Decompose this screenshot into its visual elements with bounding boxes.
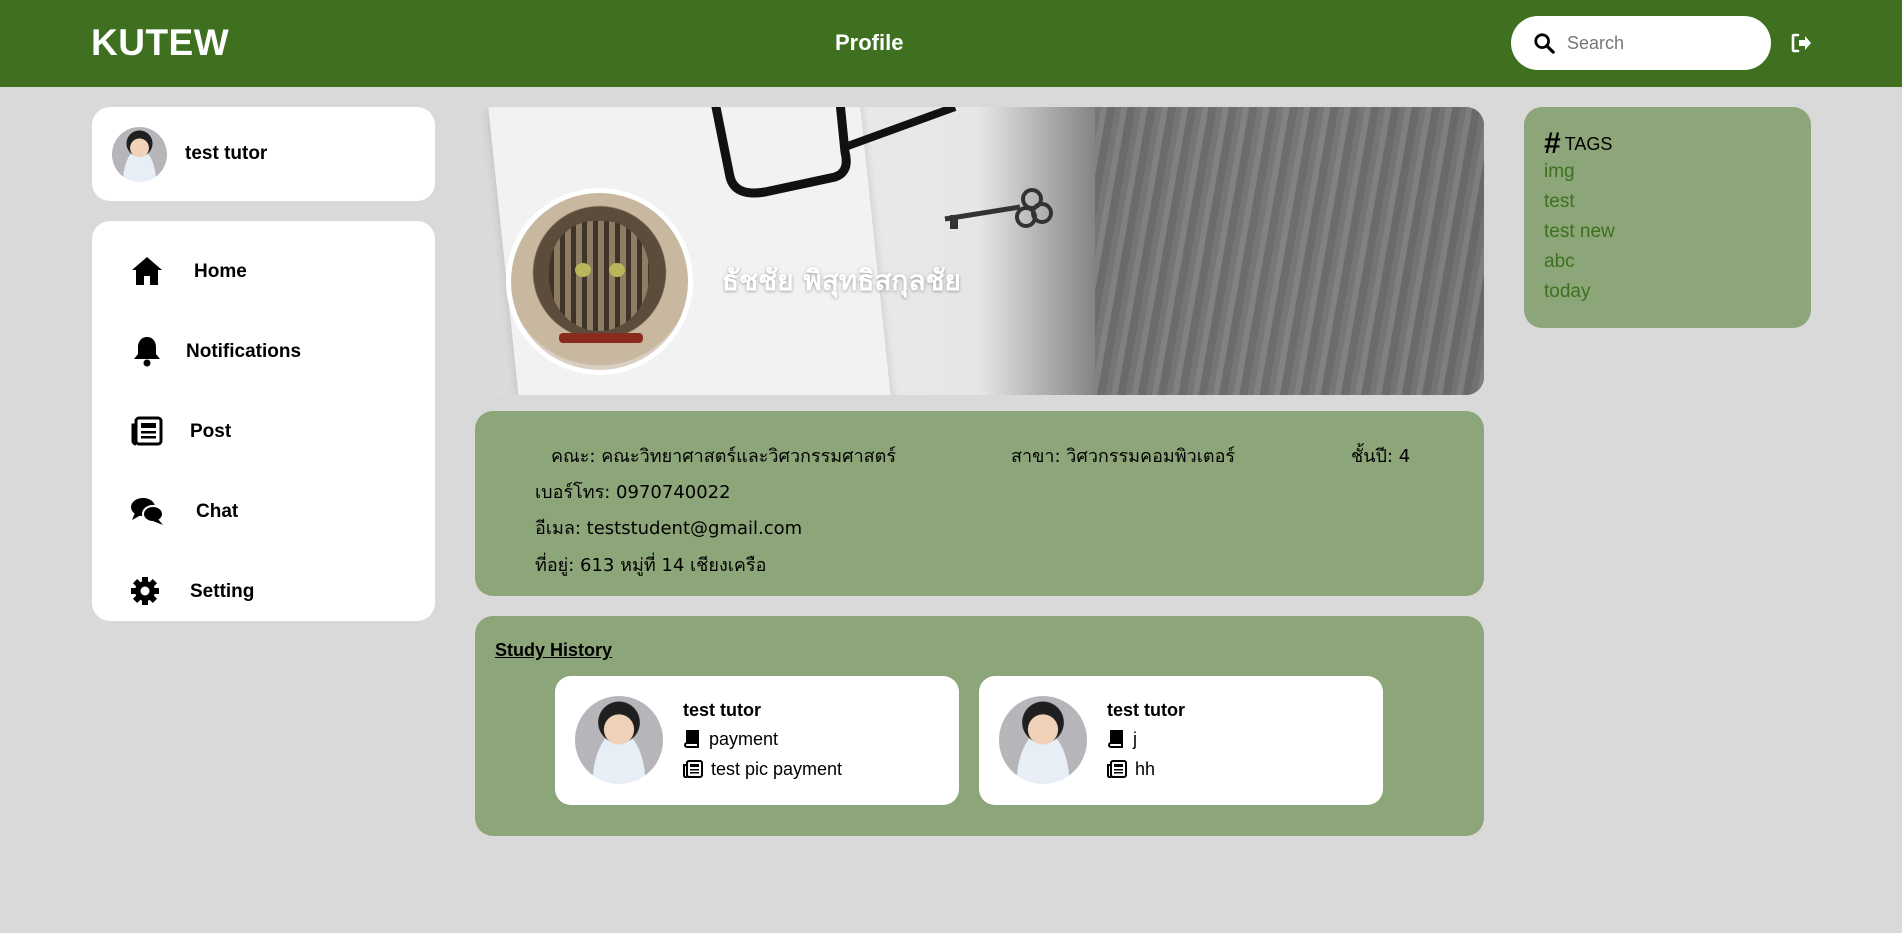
sidebar-item-setting[interactable]: Setting (92, 561, 435, 621)
tags-panel: # TAGS img test test new abc today (1524, 107, 1811, 328)
profile-banner: ธัชชัย พิสุทธิสกุลชัย (475, 107, 1484, 395)
newspaper-icon (131, 416, 163, 446)
phone-text: เบอร์โทร: 0970740022 (535, 482, 731, 503)
sidebar-item-chat[interactable]: Chat (92, 481, 435, 541)
avatar (112, 127, 167, 182)
banner-cloth (1095, 107, 1484, 395)
tag-item[interactable]: test (1544, 191, 1615, 221)
avatar (999, 696, 1087, 784)
tag-item[interactable]: today (1544, 281, 1615, 311)
address-text: ที่อยู่: 613 หมู่ที่ 14 เชียงเครือ (535, 555, 767, 576)
profile-name: ธัชชัย พิสุทธิสกุลชัย (722, 264, 961, 297)
tutor-name: test tutor (683, 700, 761, 720)
logout-icon[interactable] (1789, 31, 1813, 55)
tag-list: img test test new abc today (1544, 161, 1615, 311)
home-icon (132, 257, 162, 285)
study-history-title[interactable]: Study History (495, 640, 612, 661)
tag-item[interactable]: img (1544, 161, 1615, 191)
subject-text: payment (709, 729, 779, 749)
chat-icon (131, 498, 164, 525)
glasses-graphic (711, 107, 957, 198)
year-text: ชั้นปี: 4 (1351, 446, 1411, 467)
tutor-name: test tutor (1107, 700, 1185, 720)
major-text: สาขา: วิศวกรรมคอมพิวเตอร์ (1011, 446, 1236, 467)
sidebar-nav: Home Notifications Post Chat Setting (92, 221, 435, 621)
newspaper-icon (683, 760, 703, 779)
cat-eye (575, 263, 591, 277)
hashtag-icon: # (1544, 127, 1561, 160)
sidebar-item-home[interactable]: Home (92, 241, 435, 301)
newspaper-icon (1107, 760, 1127, 779)
key-graphic (944, 188, 1053, 229)
study-history-panel: Study History test tutor payment test pi… (475, 616, 1484, 836)
study-history-card[interactable]: test tutor payment test pic payment (555, 676, 959, 805)
search-input[interactable] (1567, 28, 1757, 58)
book-icon (684, 730, 699, 748)
tags-heading: # TAGS (1544, 127, 1612, 161)
sidebar-item-label: Home (194, 261, 247, 282)
search-icon (1534, 33, 1555, 54)
subject-row: j (1107, 729, 1137, 750)
sidebar-item-label: Setting (190, 581, 255, 602)
search-bar[interactable] (1511, 16, 1771, 70)
faculty-text: คณะ: คณะวิทยาศาสตร์และวิศวกรรมศาสตร์ (551, 446, 897, 467)
post-row: hh (1107, 759, 1155, 780)
sidebar-item-label: Post (190, 421, 232, 442)
post-text: test pic payment (711, 759, 843, 779)
page-title: Profile (835, 30, 904, 55)
gear-icon (131, 577, 159, 605)
sidebar-item-label: Chat (196, 501, 239, 522)
profile-info-panel: คณะ: คณะวิทยาศาสตร์และวิศวกรรมศาสตร์ สาข… (475, 411, 1484, 596)
brand-logo[interactable]: KUTEW (91, 22, 229, 64)
sidebar-item-post[interactable]: Post (92, 401, 435, 461)
cat-eye (609, 263, 625, 277)
cat-face (549, 221, 649, 331)
tags-title: TAGS (1564, 134, 1613, 154)
post-row: test pic payment (683, 759, 842, 780)
email-text: อีเมล: teststudent@gmail.com (535, 518, 803, 539)
subject-text: j (1133, 729, 1137, 749)
bell-icon (134, 337, 160, 367)
sidebar-item-label: Notifications (186, 341, 302, 362)
profile-picture[interactable] (506, 188, 693, 375)
user-name: test tutor (185, 143, 268, 164)
tag-item[interactable]: abc (1544, 251, 1615, 281)
current-user-card[interactable]: test tutor (92, 107, 435, 201)
top-navbar: KUTEW Profile (0, 0, 1902, 87)
study-history-card[interactable]: test tutor j hh (979, 676, 1383, 805)
sidebar-item-notifications[interactable]: Notifications (92, 321, 435, 381)
cat-collar (559, 333, 643, 343)
subject-row: payment (683, 729, 778, 750)
avatar (575, 696, 663, 784)
post-text: hh (1135, 759, 1156, 779)
tag-item[interactable]: test new (1544, 221, 1615, 251)
book-icon (1108, 730, 1123, 748)
